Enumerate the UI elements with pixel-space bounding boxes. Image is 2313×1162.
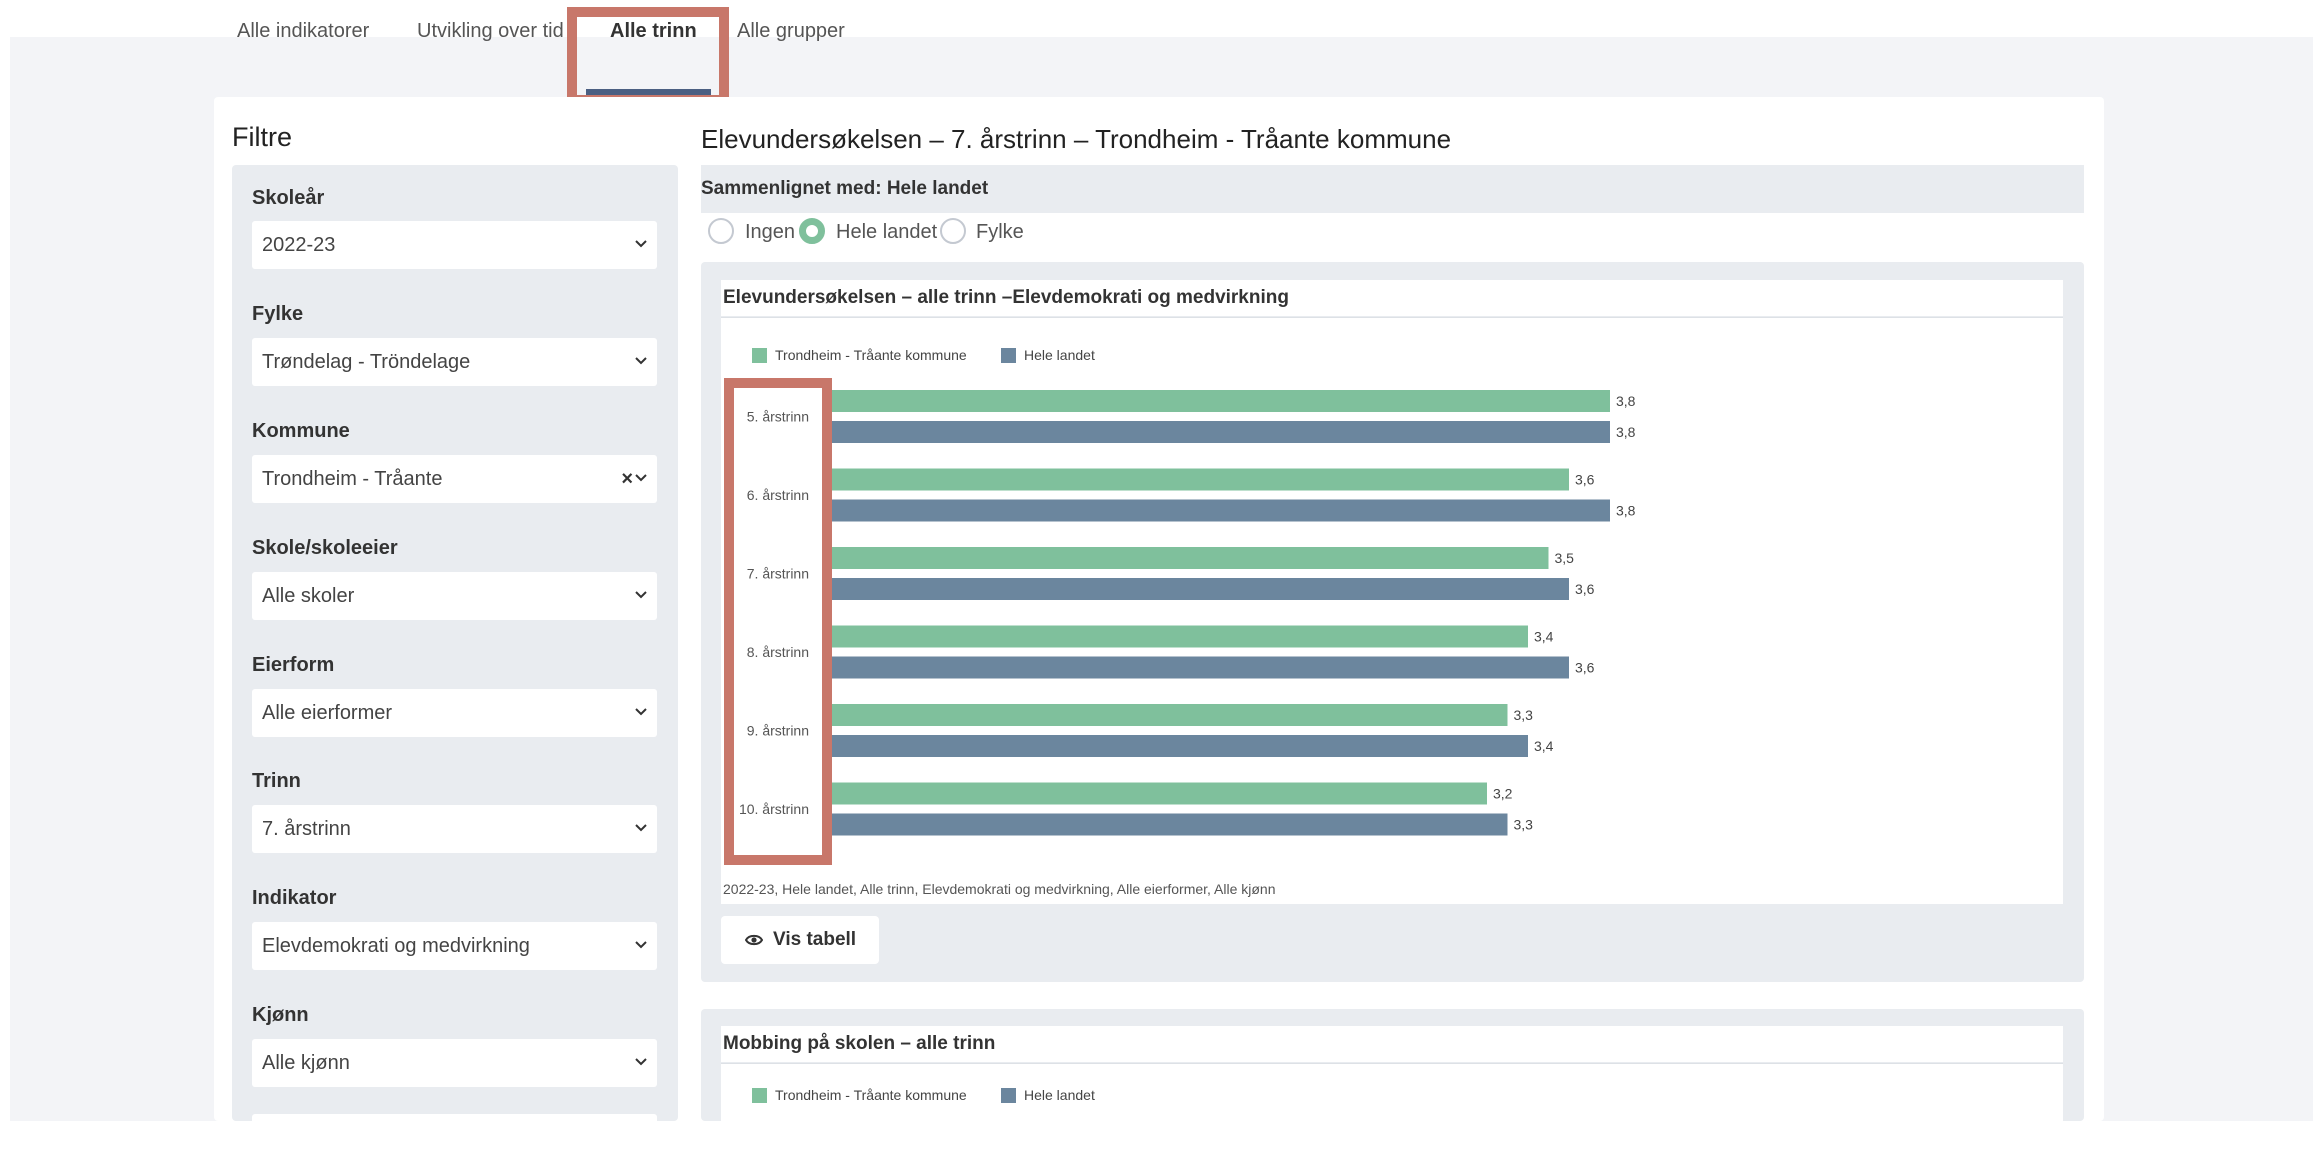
bar-hele-landet[interactable] — [831, 499, 1610, 522]
data-label: 3,6 — [1575, 472, 1595, 488]
bar-trondheim[interactable] — [831, 625, 1528, 648]
chevron-down-icon — [635, 591, 647, 599]
page-title: Elevundersøkelsen – 7. årstrinn – Trondh… — [701, 124, 1452, 154]
bar-trondheim[interactable] — [831, 468, 1569, 491]
select-kjonn[interactable]: Alle kjønn — [252, 1039, 657, 1087]
select-eierform[interactable]: Alle eierformer — [252, 689, 657, 737]
legend-swatch — [752, 1088, 767, 1103]
data-label: 3,6 — [1575, 581, 1595, 597]
data-label: 3,8 — [1616, 503, 1636, 519]
chevron-down-icon — [635, 240, 647, 248]
bar-hele-landet[interactable] — [831, 735, 1528, 757]
chevron-down-icon — [635, 357, 647, 365]
chevron-down-icon — [635, 708, 647, 716]
legend-label: Hele landet — [1024, 1087, 1095, 1103]
bar-chart: 5. årstrinn3,83,86. årstrinn3,63,87. års… — [739, 390, 1636, 836]
data-label: 3,4 — [1534, 738, 1554, 754]
radio-label-ingen: Ingen — [745, 221, 796, 243]
chevron-down-icon — [635, 1058, 647, 1066]
radio-hele-landet[interactable] — [799, 218, 825, 244]
compare-bar: Sammenlignet med: Hele landet — [701, 165, 2084, 213]
vis-tabell-label: Vis tabell — [773, 929, 857, 950]
data-label: 3,8 — [1616, 393, 1636, 409]
data-label: 3,4 — [1534, 629, 1554, 645]
data-label: 3,6 — [1575, 660, 1595, 676]
select-next-partial[interactable] — [252, 1114, 657, 1162]
tab-alle-grupper[interactable]: Alle grupper — [737, 0, 845, 62]
radio-label-hele-landet: Hele landet — [836, 221, 938, 243]
chevron-down-icon — [635, 824, 647, 832]
vis-tabell-button[interactable]: Vis tabell — [721, 916, 879, 964]
select-value: Trondheim - Tråante — [262, 468, 443, 490]
filter-panel: Skoleår 2022-23 Fylke Trøndelag - Trönde… — [232, 165, 678, 1162]
chevron-down-icon — [635, 474, 647, 482]
bar-trondheim[interactable] — [831, 547, 1549, 569]
select-value: 7. årstrinn — [262, 818, 351, 840]
data-label: 3,3 — [1514, 707, 1534, 723]
select-kommune[interactable]: Trondheim - Tråante × — [252, 455, 657, 503]
bar-hele-landet[interactable] — [831, 813, 1508, 836]
tab-highlight-box — [567, 7, 729, 105]
filter-title: Filtre — [232, 122, 292, 152]
select-value: Alle eierformer — [262, 702, 393, 724]
tab-alle-indikatorer[interactable]: Alle indikatorer — [237, 0, 369, 62]
tab-utvikling-over-tid[interactable]: Utvikling over tid — [417, 0, 564, 62]
filter-label-fylke: Fylke — [252, 303, 304, 325]
filter-label-skolear: Skoleår — [252, 187, 325, 209]
bar-hele-landet[interactable] — [831, 421, 1610, 443]
bar-hele-landet[interactable] — [831, 578, 1569, 600]
bar-hele-landet[interactable] — [831, 656, 1569, 679]
data-label: 3,8 — [1616, 424, 1636, 440]
bar-trondheim[interactable] — [831, 390, 1610, 412]
filter-label-eierform: Eierform — [252, 654, 335, 676]
filter-label-trinn: Trinn — [252, 770, 301, 792]
bar-trondheim[interactable] — [831, 782, 1487, 805]
select-value: Trøndelag - Tröndelage — [262, 351, 471, 373]
filter-label-kommune: Kommune — [252, 420, 350, 442]
filter-label-indikator: Indikator — [252, 887, 337, 909]
chart-title: Elevundersøkelsen – alle trinn –Elevdemo… — [723, 287, 1289, 308]
data-label: 3,5 — [1555, 550, 1575, 566]
data-label: 3,3 — [1514, 817, 1534, 833]
chart-card: Elevundersøkelsen – alle trinn –Elevdemo… — [701, 262, 2084, 982]
chart-footer-text: 2022-23, Hele landet, Alle trinn, Elevde… — [723, 881, 1276, 897]
bar-trondheim[interactable] — [831, 704, 1508, 726]
radio-label-fylke: Fylke — [976, 221, 1024, 243]
eye-icon — [745, 934, 763, 946]
chart2-area: Trondheim - Tråante kommune Hele landet — [721, 1063, 2063, 1122]
select-value: Alle skoler — [262, 585, 355, 607]
clear-icon[interactable]: × — [621, 455, 633, 503]
select-skolear[interactable]: 2022-23 — [252, 221, 657, 269]
chart2-header: Mobbing på skolen – alle trinn — [721, 1026, 2063, 1062]
chart-area: Trondheim - Tråante kommune Hele landet … — [721, 317, 2063, 875]
radio-fylke[interactable] — [940, 218, 966, 244]
chevron-down-icon — [635, 941, 647, 949]
chart-footer: 2022-23, Hele landet, Alle trinn, Elevde… — [721, 874, 2063, 904]
chart2-title: Mobbing på skolen – alle trinn — [723, 1033, 996, 1054]
select-value: 2022-23 — [262, 234, 336, 256]
select-indikator[interactable]: Elevdemokrati og medvirkning — [252, 922, 657, 970]
chart-header: Elevundersøkelsen – alle trinn –Elevdemo… — [721, 280, 2063, 316]
select-value: Alle kjønn — [262, 1052, 350, 1074]
radio-ingen[interactable] — [708, 218, 734, 244]
filter-label-kjonn: Kjønn — [252, 1004, 309, 1026]
select-fylke[interactable]: Trøndelag - Tröndelage — [252, 338, 657, 386]
filter-label-skole: Skole/skoleeier — [252, 537, 398, 559]
select-trinn[interactable]: 7. årstrinn — [252, 805, 657, 853]
category-highlight-box — [724, 378, 832, 865]
legend-swatch — [1001, 1088, 1016, 1103]
chart2-card: Mobbing på skolen – alle trinn Trondheim… — [701, 1009, 2084, 1122]
select-skole[interactable]: Alle skoler — [252, 572, 657, 620]
data-label: 3,2 — [1493, 786, 1513, 802]
select-value: Elevdemokrati og medvirkning — [262, 935, 530, 957]
legend-label: Trondheim - Tråante kommune — [775, 1087, 967, 1103]
compare-label: Sammenlignet med: Hele landet — [701, 178, 989, 199]
